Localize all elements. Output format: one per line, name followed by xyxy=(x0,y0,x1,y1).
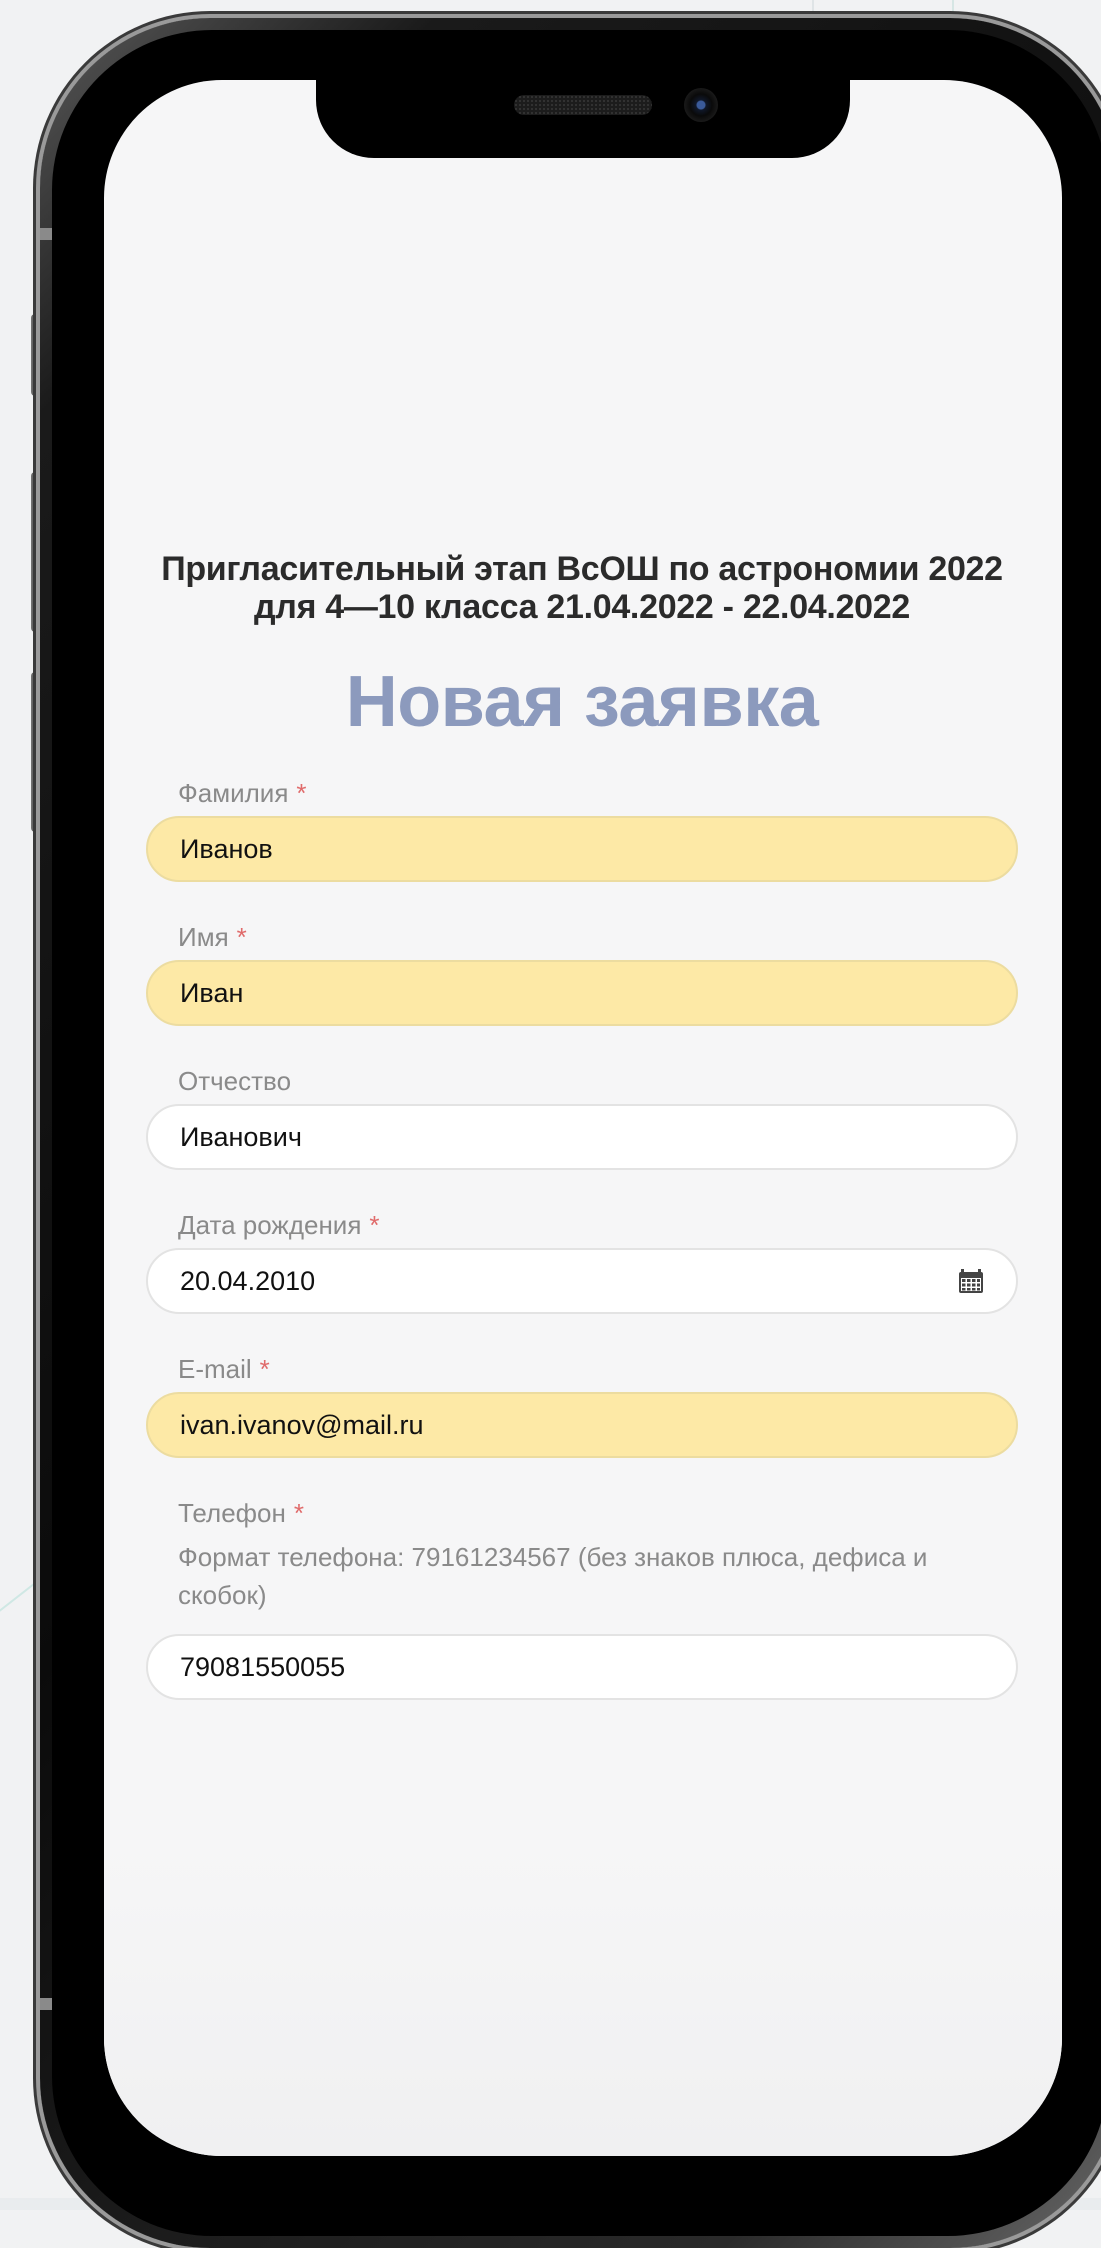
speaker-grille xyxy=(514,95,652,115)
birth-date-value: 20.04.2010 xyxy=(180,1266,316,1296)
page-title: Новая заявка xyxy=(345,662,819,742)
phone-label: Телефон * xyxy=(178,1498,304,1528)
email-label: E-mail * xyxy=(178,1354,270,1384)
last-name-value: Иванов xyxy=(180,834,273,864)
middle-name-field: Отчество Иванович xyxy=(146,1058,1018,1170)
phone-antenna-band xyxy=(40,228,52,240)
middle-name-value: Иванович xyxy=(180,1122,302,1152)
birth-date-label: Дата рождения * xyxy=(178,1210,380,1240)
phone-input[interactable]: 79081550055 xyxy=(146,1634,1018,1700)
phone-value: 79081550055 xyxy=(180,1652,346,1682)
email-input[interactable]: ivan.ivanov@mail.ru xyxy=(146,1392,1018,1458)
last-name-field: Фамилия * Иванов xyxy=(146,770,1018,882)
required-marker: * xyxy=(369,1210,380,1240)
phone-antenna-band xyxy=(40,1998,52,2010)
event-title-line-1: Пригласительный этап ВсОШ по астрономии … xyxy=(161,550,1003,588)
middle-name-label: Отчество xyxy=(178,1066,292,1096)
first-name-value: Иван xyxy=(180,978,244,1008)
email-field: E-mail * ivan.ivanov@mail.ru xyxy=(146,1346,1018,1458)
application-form: Пригласительный этап ВсОШ по астрономии … xyxy=(146,550,1018,1700)
middle-name-input[interactable]: Иванович xyxy=(146,1104,1018,1170)
phone-notch xyxy=(316,80,850,158)
first-name-label: Имя * xyxy=(178,922,247,952)
required-marker: * xyxy=(259,1354,270,1384)
birth-date-input[interactable]: 20.04.2010 xyxy=(146,1248,1018,1314)
first-name-input[interactable]: Иван xyxy=(146,960,1018,1026)
event-title-line-2: для 4—10 класса 21.04.2022 - 22.04.2022 xyxy=(253,588,910,626)
phone-screen: Пригласительный этап ВсОШ по астрономии … xyxy=(104,80,1062,2156)
required-marker: * xyxy=(296,778,307,808)
front-camera xyxy=(684,88,718,122)
email-value: ivan.ivanov@mail.ru xyxy=(180,1410,424,1440)
first-name-field: Имя * Иван xyxy=(146,914,1018,1026)
birth-date-field: Дата рождения * 20.04.2010 xyxy=(146,1202,1018,1314)
required-marker: * xyxy=(293,1498,304,1528)
calendar-icon[interactable] xyxy=(958,1268,984,1294)
required-marker: * xyxy=(236,922,247,952)
phone-field: Телефон * Формат телефона: 79161234567 (б… xyxy=(146,1490,1018,1700)
event-title: Пригласительный этап ВсОШ по астрономии … xyxy=(146,550,1018,626)
last-name-label: Фамилия * xyxy=(178,778,307,808)
last-name-input[interactable]: Иванов xyxy=(146,816,1018,882)
phone-format-hint: Формат телефона: 79161234567 (без знаков… xyxy=(178,1542,928,1610)
